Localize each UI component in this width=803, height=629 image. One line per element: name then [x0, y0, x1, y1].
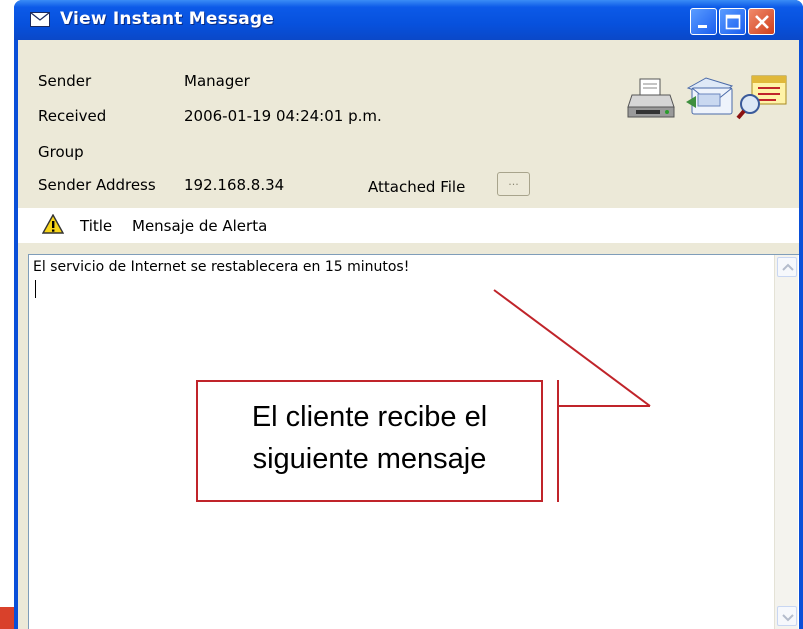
- title-bar[interactable]: View Instant Message: [14, 0, 803, 40]
- message-window: View Instant Message Sender Manager Rece…: [14, 0, 803, 629]
- window-body: Sender Manager Received 2006-01-19 04:24…: [18, 40, 799, 629]
- vertical-scrollbar[interactable]: [774, 255, 798, 629]
- warning-icon: [42, 214, 64, 234]
- window-title: View Instant Message: [60, 9, 274, 29]
- minimize-button[interactable]: [690, 8, 717, 35]
- scroll-down-button[interactable]: [777, 606, 797, 626]
- attached-file-label: Attached File: [368, 178, 466, 196]
- print-button[interactable]: [626, 73, 678, 123]
- minimize-icon: [698, 25, 707, 28]
- received-value: 2006-01-19 04:24:01 p.m.: [184, 107, 382, 125]
- sender-value: Manager: [184, 72, 250, 90]
- view-message-icon: [736, 75, 787, 120]
- message-title-row: Title Mensaje de Alerta: [18, 208, 799, 243]
- reply-icon: [686, 77, 734, 115]
- reply-button[interactable]: [684, 72, 736, 122]
- message-text: El servicio de Internet se restablecera …: [33, 259, 410, 275]
- text-caret: [35, 280, 36, 298]
- maximize-button[interactable]: [719, 8, 746, 35]
- sender-address-value: 192.168.8.34: [184, 176, 285, 194]
- annotation-callout: El cliente recibe el siguiente mensaje: [196, 380, 543, 502]
- background-accent: [0, 607, 14, 629]
- group-label: Group: [38, 143, 84, 161]
- close-button[interactable]: [748, 8, 775, 35]
- view-message-button[interactable]: [736, 72, 788, 122]
- chevron-up-icon: [782, 263, 794, 271]
- chevron-down-icon: [782, 614, 794, 622]
- close-icon: [755, 15, 769, 29]
- sender-address-label: Sender Address: [38, 176, 156, 194]
- printer-icon: [627, 78, 675, 118]
- envelope-icon: [30, 12, 50, 27]
- sender-label: Sender: [38, 72, 92, 90]
- title-value: Mensaje de Alerta: [132, 217, 268, 235]
- maximize-icon: [725, 14, 741, 30]
- scroll-up-button[interactable]: [777, 257, 797, 277]
- attached-file-browse-button[interactable]: ...: [497, 172, 530, 196]
- callout-line-1: El cliente recibe el: [251, 401, 488, 433]
- title-label: Title: [80, 217, 113, 235]
- received-label: Received: [38, 107, 107, 125]
- callout-line-2: siguiente mensaje: [252, 443, 487, 475]
